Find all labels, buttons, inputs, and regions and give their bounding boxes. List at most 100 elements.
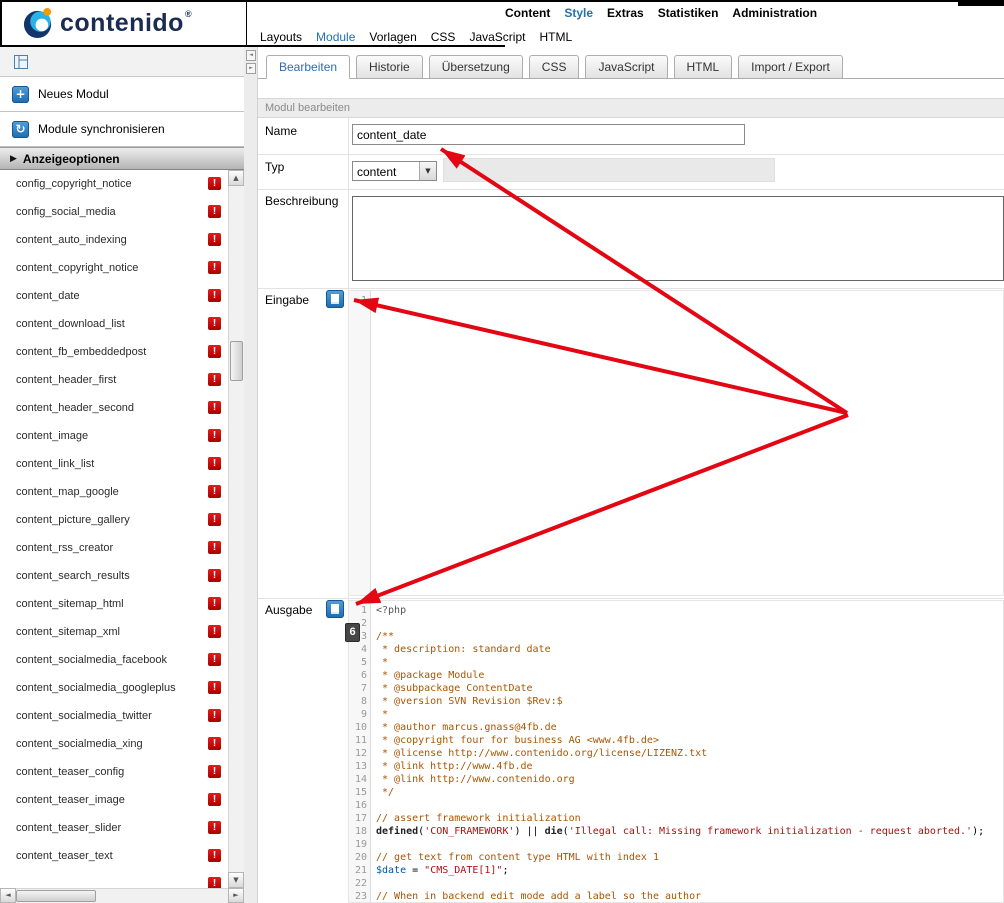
ausgabe-code-editor[interactable]: 1234567891011121314151617181920212223 <?… bbox=[348, 600, 1004, 903]
module-list-item[interactable]: content_header_second! bbox=[0, 394, 228, 422]
module-name: content_copyright_notice bbox=[16, 262, 138, 274]
module-name: content_header_second bbox=[16, 402, 134, 414]
module-error-badge-icon: ! bbox=[208, 457, 221, 470]
tab-javascript[interactable]: JavaScript bbox=[585, 55, 667, 79]
section-title: Modul bearbeiten bbox=[258, 98, 1004, 118]
code-token: * @author marcus.gnass@4fb.de bbox=[376, 722, 557, 733]
module-name-input[interactable] bbox=[352, 124, 745, 145]
code-token: defined bbox=[376, 826, 418, 837]
menu-panel: ContentStyleExtrasStatistikenAdministrat… bbox=[247, 2, 958, 45]
tab-css[interactable]: CSS bbox=[529, 55, 580, 79]
module-list-item[interactable]: content_picture_gallery! bbox=[0, 506, 228, 534]
line-number: 10 bbox=[349, 721, 367, 734]
module-list-item[interactable]: content_socialmedia_twitter! bbox=[0, 702, 228, 730]
line-number: 19 bbox=[349, 838, 367, 851]
line-number-gutter: 1 bbox=[349, 291, 371, 595]
module-list-item[interactable]: content_copyright_notice! bbox=[0, 254, 228, 282]
scroll-down-icon[interactable]: ▼ bbox=[228, 872, 244, 888]
module-list-item[interactable]: content_teaser_config! bbox=[0, 758, 228, 786]
code-line bbox=[376, 294, 1003, 307]
name-label: Name bbox=[265, 124, 297, 138]
ausgabe-editor-icon[interactable] bbox=[326, 600, 344, 618]
code-area[interactable] bbox=[371, 291, 1003, 595]
beschreibung-textarea[interactable] bbox=[352, 196, 1004, 281]
sub-menu-item-javascript[interactable]: JavaScript bbox=[469, 30, 525, 44]
frames-layout-icon[interactable] bbox=[14, 55, 28, 69]
module-error-badge-icon: ! bbox=[208, 709, 221, 722]
module-list-item[interactable]: content_download_list! bbox=[0, 310, 228, 338]
module-list-item[interactable]: config_copyright_notice! bbox=[0, 170, 228, 198]
tab-html[interactable]: HTML bbox=[674, 55, 733, 79]
module-list-item[interactable]: content_sitemap_xml! bbox=[0, 618, 228, 646]
typ-select[interactable]: content ▼ bbox=[352, 161, 437, 181]
module-list-item[interactable]: content_fb_embeddedpost! bbox=[0, 338, 228, 366]
module-list-item[interactable]: content_socialmedia_googleplus! bbox=[0, 674, 228, 702]
module-list-item[interactable]: content_socialmedia_facebook! bbox=[0, 646, 228, 674]
splitter-expand-icon[interactable]: ► bbox=[246, 63, 256, 74]
code-line bbox=[376, 799, 1003, 812]
eingabe-editor-icon[interactable] bbox=[326, 290, 344, 308]
code-token: /** bbox=[376, 631, 394, 642]
line-number: 13 bbox=[349, 760, 367, 773]
tab-historie[interactable]: Historie bbox=[356, 55, 423, 79]
module-list-item[interactable]: content_teaser_image! bbox=[0, 786, 228, 814]
sub-menu-item-module[interactable]: Module bbox=[316, 30, 355, 44]
module-list-item[interactable]: content_map_google! bbox=[0, 478, 228, 506]
module-list-item[interactable]: content_socialmedia_xing! bbox=[0, 730, 228, 758]
module-list-item[interactable]: content_search_results! bbox=[0, 562, 228, 590]
code-line bbox=[376, 877, 1003, 890]
module-list-item[interactable]: content_auto_indexing! bbox=[0, 226, 228, 254]
module-name: content_download_list bbox=[16, 318, 125, 330]
sidebar-horizontal-scrollbar[interactable]: ◄ ► bbox=[0, 888, 244, 903]
module-list-item[interactable]: content_teaser_text! bbox=[0, 842, 228, 870]
sidebar-vertical-scrollbar[interactable]: ▲ ▼ bbox=[228, 170, 244, 888]
module-error-badge-icon: ! bbox=[208, 625, 221, 638]
module-list-item[interactable]: content_header_first! bbox=[0, 366, 228, 394]
sync-icon: ↻ bbox=[12, 121, 29, 138]
module-name: content_auto_indexing bbox=[16, 234, 127, 246]
module-list-item[interactable]: content_sitemap_html! bbox=[0, 590, 228, 618]
tab-übersetzung[interactable]: Übersetzung bbox=[429, 55, 523, 79]
module-name: content_teaser_text bbox=[16, 850, 113, 862]
tab-import-export[interactable]: Import / Export bbox=[738, 55, 843, 79]
scroll-right-icon[interactable]: ► bbox=[228, 888, 244, 903]
module-list-item[interactable]: content_rss_creator! bbox=[0, 534, 228, 562]
horizontal-scroll-thumb[interactable] bbox=[16, 890, 96, 902]
module-error-badge-icon: ! bbox=[208, 261, 221, 274]
new-module-button[interactable]: + Neues Modul bbox=[0, 77, 244, 112]
code-line: * @author marcus.gnass@4fb.de bbox=[376, 721, 1003, 734]
scroll-up-icon[interactable]: ▲ bbox=[228, 170, 244, 186]
sub-menu-item-html[interactable]: HTML bbox=[539, 30, 572, 44]
line-number-gutter: 1234567891011121314151617181920212223 bbox=[349, 601, 371, 902]
module-list-item[interactable]: content_link_list! bbox=[0, 450, 228, 478]
code-token: // When in backend edit mode add a label… bbox=[376, 891, 701, 902]
sub-menu-item-layouts[interactable]: Layouts bbox=[260, 30, 302, 44]
line-number: 11 bbox=[349, 734, 367, 747]
ausgabe-label: Ausgabe bbox=[265, 603, 312, 617]
vertical-scroll-thumb[interactable] bbox=[230, 341, 243, 381]
code-line: * @subpackage ContentDate bbox=[376, 682, 1003, 695]
code-token: * description: standard date bbox=[376, 644, 551, 655]
scroll-left-icon[interactable]: ◄ bbox=[0, 888, 16, 903]
eingabe-code-editor[interactable]: 1 bbox=[348, 290, 1004, 596]
splitter-collapse-icon[interactable]: ◄ bbox=[246, 50, 256, 61]
module-list-item[interactable]: ! bbox=[0, 870, 228, 888]
module-list-item[interactable]: content_image! bbox=[0, 422, 228, 450]
sub-menu-item-css[interactable]: CSS bbox=[431, 30, 456, 44]
code-line: $date = "CMS_DATE[1]"; bbox=[376, 864, 1003, 877]
line-number: 22 bbox=[349, 877, 367, 890]
module-list-item[interactable]: config_social_media! bbox=[0, 198, 228, 226]
module-list-item[interactable]: content_date! bbox=[0, 282, 228, 310]
tab-bearbeiten[interactable]: Bearbeiten bbox=[266, 55, 350, 79]
code-line: * @license http://www.contenido.org/lice… bbox=[376, 747, 1003, 760]
code-area[interactable]: <?php/** * description: standard date * … bbox=[371, 601, 1003, 902]
code-token: * @version SVN Revision $Rev:$ bbox=[376, 696, 563, 707]
module-name: content_teaser_image bbox=[16, 794, 125, 806]
frame-splitter[interactable]: ◄ ► bbox=[244, 47, 258, 903]
display-options-section[interactable]: ▶ Anzeigeoptionen bbox=[0, 147, 244, 170]
code-token: ); bbox=[972, 826, 984, 837]
sync-modules-button[interactable]: ↻ Module synchronisieren bbox=[0, 112, 244, 147]
line-number: 20 bbox=[349, 851, 367, 864]
sub-menu-item-vorlagen[interactable]: Vorlagen bbox=[369, 30, 416, 44]
module-list-item[interactable]: content_teaser_slider! bbox=[0, 814, 228, 842]
